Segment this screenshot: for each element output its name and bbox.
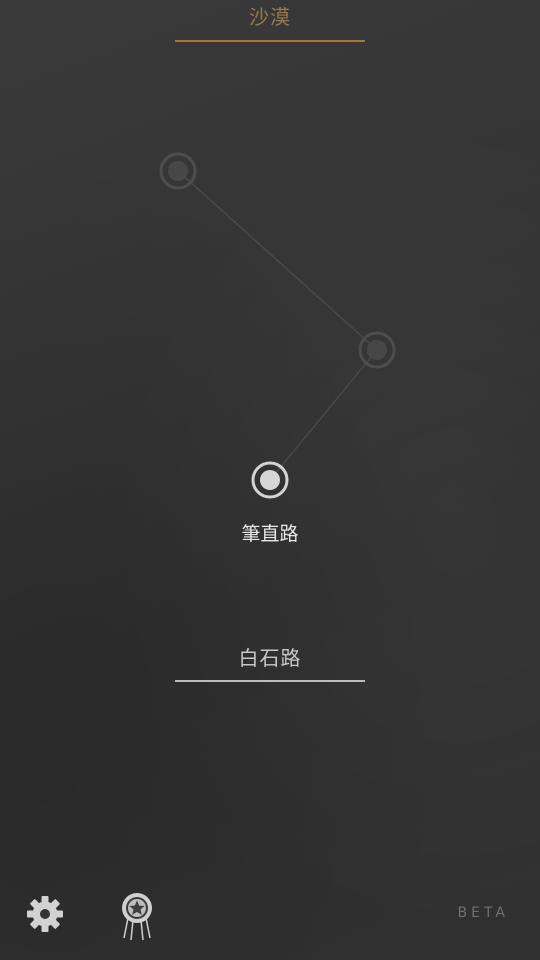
path-connector-2 xyxy=(269,349,378,481)
map-node-locked-1[interactable] xyxy=(159,152,197,190)
map-node-current[interactable] xyxy=(251,461,289,499)
current-node-label: 筆直路 xyxy=(241,523,299,545)
gear-icon xyxy=(27,896,63,932)
map-node-locked-2[interactable] xyxy=(358,331,396,369)
achievements-button[interactable] xyxy=(114,888,160,942)
screen: 沙漠 筆直路 白石路 BETA xyxy=(0,0,540,960)
path-map xyxy=(159,152,396,499)
medal-ribbon-icon xyxy=(122,893,152,941)
path-connector-1 xyxy=(177,170,378,351)
settings-button[interactable] xyxy=(24,893,66,935)
beta-label: BETA xyxy=(457,905,509,921)
region-tab-white-stone-road[interactable]: 白石路 xyxy=(175,640,365,682)
region-tab-label-2: 白石路 xyxy=(238,646,302,670)
